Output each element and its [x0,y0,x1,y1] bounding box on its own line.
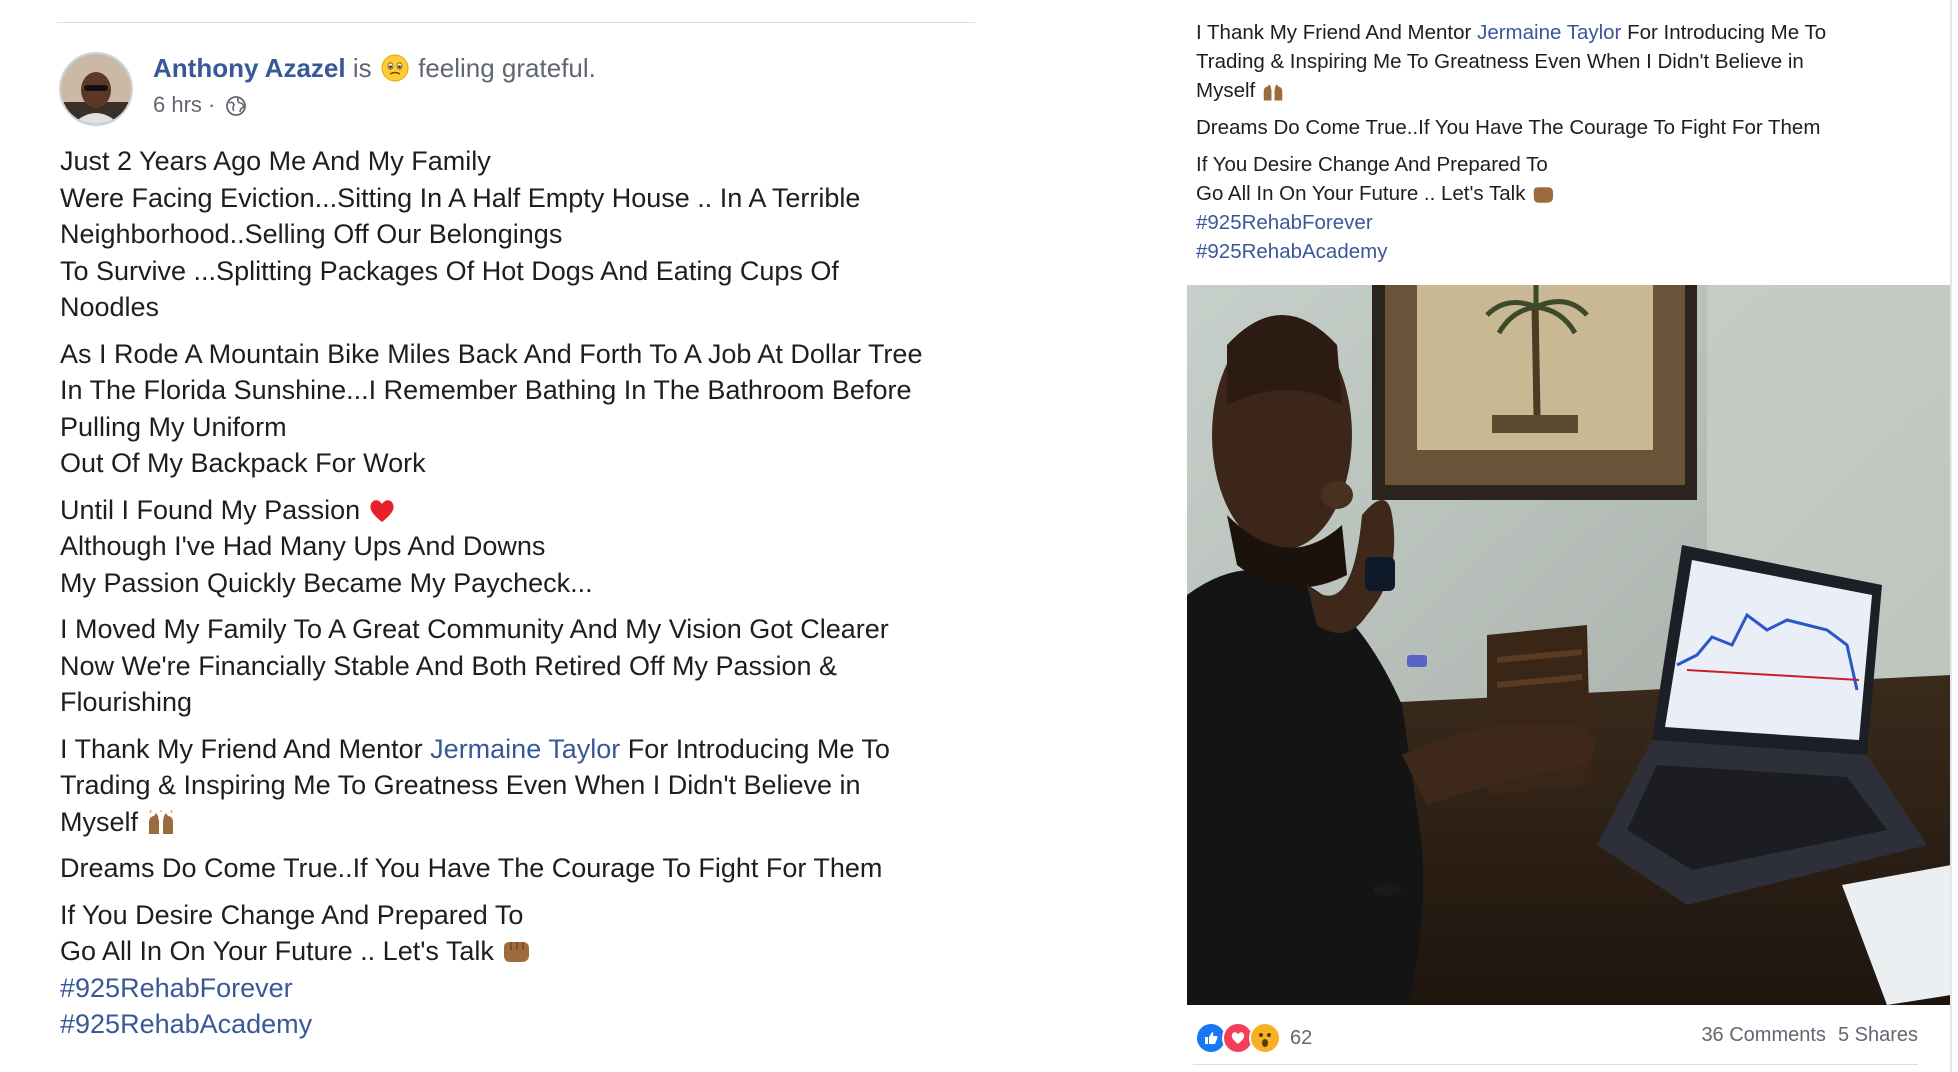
thanks-before: I Thank My Friend And Mentor [60,733,431,764]
raised-hands-emoji-icon [1263,84,1283,101]
post-line: Although I've Had Many Ups And Downs [60,531,546,561]
post-line: If You Desire Change And Prepared To [60,899,524,930]
thanks-before: I Thank My Friend And Mentor [1196,21,1478,44]
wow-reaction-icon[interactable] [1249,1022,1281,1054]
right-edge-border [1950,0,1952,1072]
raised-hands-emoji-icon [148,809,173,834]
thanks-after: For Introducing Me To [620,733,890,764]
post-paragraph: Dreams Do Come True..If You Have The Cou… [1196,113,1916,142]
heart-emoji-icon [370,499,394,522]
post-line: In The Florida Sunshine...I Remember Bat… [60,375,912,405]
post-photo-illustration [1187,285,1951,1005]
post-line: Myself [60,806,139,837]
post-time-link[interactable]: 6 hrs · [153,92,215,117]
globe-icon[interactable] [225,95,247,117]
comments-count-link[interactable]: 36 Comments [1701,1024,1826,1046]
post-paragraph: Just 2 Years Ago Me And My Family Were F… [60,143,990,326]
post-line: Pulling My Uniform [60,411,287,442]
post-paragraph: If You Desire Change And Prepared To Go … [60,897,990,1043]
post-line: Neighborhood..Selling Off Our Belongings [60,219,563,249]
post-line: Myself [1196,79,1256,102]
fist-bump-emoji-icon [504,942,530,962]
post-paragraph: As I Rode A Mountain Bike Miles Back And… [60,336,990,482]
feeling-text: feeling grateful. [418,53,596,83]
hashtag-link[interactable]: #925RehabForever [60,973,293,1003]
post-line: Just 2 Years Ago Me And My Family [60,146,491,176]
hashtag-link[interactable]: #925RehabForever [1196,211,1373,234]
hashtag-link[interactable]: #925RehabAcademy [1196,240,1387,263]
post-line: Now We're Financially Stable And Both Re… [60,650,838,681]
mentor-link[interactable]: Jermaine Taylor [1477,21,1621,44]
post-line: Trading & Inspiring Me To Greatness Even… [60,770,861,800]
post-line: My Passion Quickly Became My Paycheck... [60,567,593,598]
post-line: Out Of My Backpack For Work [60,448,426,478]
post-header-line: Anthony Azazel is feeling grateful. [153,53,596,84]
post-paragraph: I Thank My Friend And Mentor Jermaine Ta… [60,731,990,841]
post-line: I Moved My Family To A Great Community A… [60,614,889,644]
post-line: Until I Found My Passion [60,494,361,525]
engagement-stats: 36 Comments 5 Shares [1701,1024,1918,1047]
top-divider [57,22,975,23]
post-body: Just 2 Years Ago Me And My Family Were F… [60,143,990,1053]
grateful-face-icon [381,54,409,82]
post-line: To Survive ...Splitting Packages Of Hot … [60,255,839,286]
post-paragraph: I Moved My Family To A Great Community A… [60,611,990,721]
post-paragraph: If You Desire Change And Prepared To Go … [1196,150,1916,266]
mentor-link[interactable]: Jermaine Taylor [430,734,620,764]
post-line: If You Desire Change And Prepared To [1196,153,1548,176]
reaction-count[interactable]: 62 [1290,1027,1312,1050]
post-paragraph: Until I Found My Passion Although I've H… [60,492,990,602]
post-line: Go All In On Your Future .. Let's Talk [1196,182,1526,205]
post-line: Were Facing Eviction...Sitting In A Half… [60,182,861,213]
post-paragraph: Dreams Do Come True..If You Have The Cou… [60,850,990,887]
post-line: Dreams Do Come True..If You Have The Cou… [60,853,883,883]
thanks-after: For Introducing Me To [1621,21,1827,44]
post-line: Noodles [60,292,160,322]
post-continued-text: I Thank My Friend And Mentor Jermaine Ta… [1196,18,1916,274]
post-paragraph: I Thank My Friend And Mentor Jermaine Ta… [1196,18,1916,105]
is-text: is [352,53,372,83]
post-line: Trading & Inspiring Me To Greatness Even… [1196,50,1804,73]
hashtag-link[interactable]: #925RehabAcademy [60,1009,312,1039]
avatar[interactable] [59,52,133,126]
post-photo[interactable] [1187,285,1951,1005]
post-line: Flourishing [60,687,193,717]
fist-bump-emoji-icon [1533,187,1554,203]
bottom-divider [1193,1064,1918,1065]
post-line: As I Rode A Mountain Bike Miles Back And… [60,338,923,369]
reactions-summary[interactable]: 62 [1195,1021,1312,1055]
post-line: Go All In On Your Future .. Let's Talk [60,936,494,966]
post-meta: 6 hrs · [153,92,247,118]
shares-count-link[interactable]: 5 Shares [1838,1024,1918,1046]
post-line: Dreams Do Come True..If You Have The Cou… [1196,116,1821,139]
author-name-link[interactable]: Anthony Azazel [153,53,346,83]
